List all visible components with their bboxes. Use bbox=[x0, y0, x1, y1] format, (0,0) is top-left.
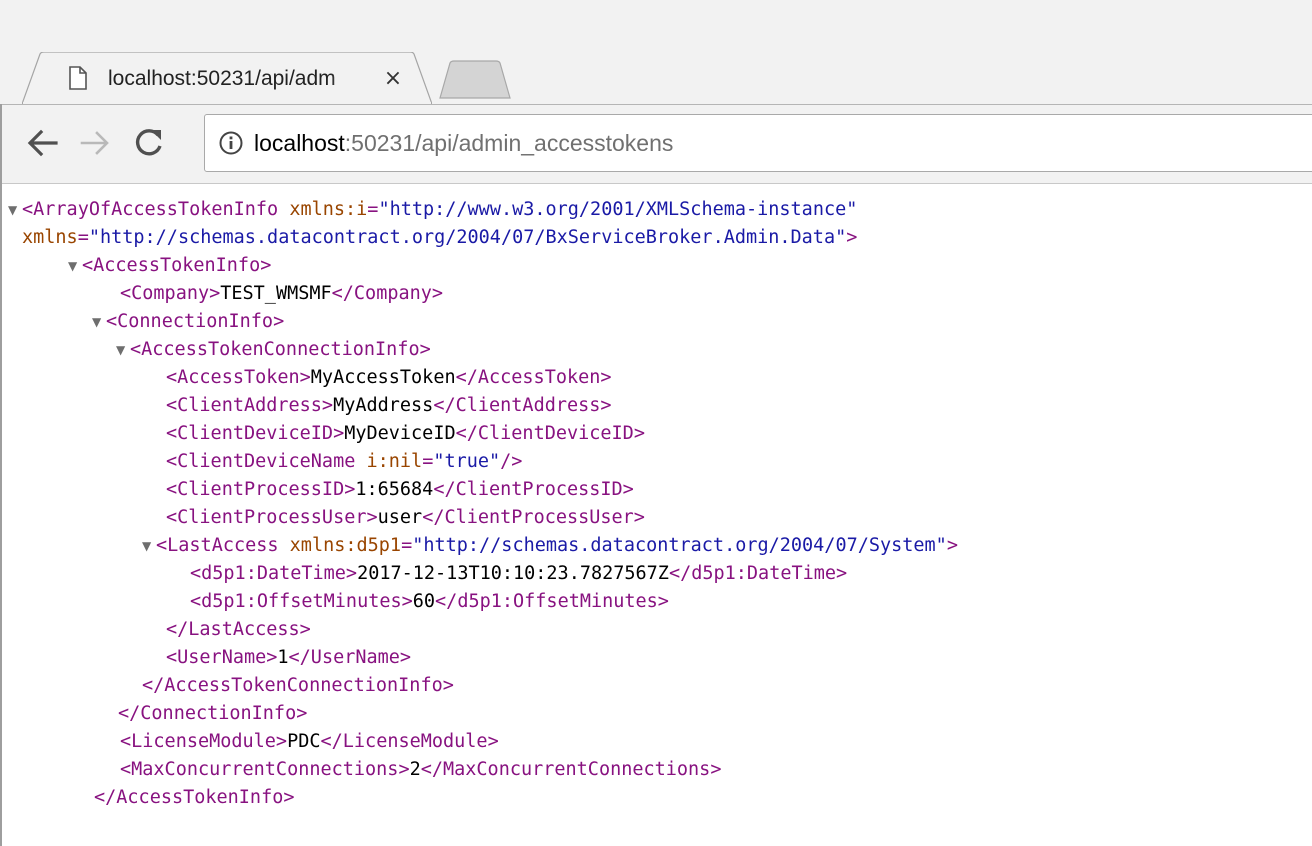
xml-line: <AccessToken>MyAccessToken</AccessToken> bbox=[166, 364, 612, 392]
xml-text: TEST_WMSMF bbox=[220, 283, 332, 304]
xml-tag: <ClientProcessID> bbox=[166, 479, 356, 500]
xml-tag: </ClientAddress> bbox=[433, 395, 612, 416]
xml-tag: </LicenseModule> bbox=[320, 731, 499, 752]
xml-attr-name: xmlns:i bbox=[289, 199, 368, 220]
xml-line: <MaxConcurrentConnections>2</MaxConcurre… bbox=[120, 756, 721, 784]
xml-text: MyAccessToken bbox=[310, 367, 456, 388]
xml-line: </LastAccess> bbox=[166, 616, 311, 644]
xml-tag: </d5p1:DateTime> bbox=[668, 563, 848, 584]
xml-tag: <LastAccess bbox=[156, 535, 279, 556]
xml-tag: <ArrayOfAccessTokenInfo bbox=[22, 199, 279, 220]
xml-tag: <UserName> bbox=[166, 647, 278, 668]
xml-text: MyDeviceID bbox=[344, 423, 456, 444]
xml-tag: <AccessToken> bbox=[166, 367, 311, 388]
url-port-path: :50231/api/admin_accesstokens bbox=[344, 130, 674, 156]
xml-tag: <d5p1:OffsetMinutes> bbox=[190, 591, 413, 612]
xml-line: <ClientDeviceID>MyDeviceID</ClientDevice… bbox=[166, 420, 645, 448]
xml-line: <d5p1:OffsetMinutes>60</d5p1:OffsetMinut… bbox=[190, 588, 669, 616]
xml-tag: </ClientProcessID> bbox=[433, 479, 634, 500]
xml-text: PDC bbox=[287, 731, 321, 752]
xml-line: </AccessTokenInfo> bbox=[94, 784, 294, 812]
tab-title[interactable]: localhost:50231/api/adm bbox=[108, 64, 378, 94]
new-tab-button[interactable] bbox=[436, 60, 516, 100]
xml-line: <AccessTokenConnectionInfo> bbox=[130, 336, 431, 364]
xml-line: <d5p1:DateTime>2017-12-13T10:10:23.78275… bbox=[190, 560, 847, 588]
xml-tag: <MaxConcurrentConnections> bbox=[120, 759, 410, 780]
xml-line: </AccessTokenConnectionInfo> bbox=[142, 672, 454, 700]
xml-line: <ClientProcessUser>user</ClientProcessUs… bbox=[166, 504, 645, 532]
xml-tag: <ClientDeviceID> bbox=[166, 423, 345, 444]
xml-tag: <AccessTokenInfo> bbox=[82, 255, 272, 276]
page-icon bbox=[68, 66, 88, 90]
triangle-down-icon[interactable]: ▼ bbox=[68, 252, 82, 280]
xml-attr-name: i:nil bbox=[366, 451, 423, 472]
xml-line: <ConnectionInfo> bbox=[106, 308, 284, 336]
triangle-down-icon[interactable]: ▼ bbox=[92, 308, 106, 336]
xml-tag: > bbox=[946, 535, 958, 556]
back-arrow-icon[interactable] bbox=[22, 122, 64, 164]
xml-tag: <d5p1:DateTime> bbox=[190, 563, 358, 584]
xml-tag: </ClientDeviceID> bbox=[455, 423, 645, 444]
xml-tag: </AccessTokenInfo> bbox=[94, 787, 295, 808]
xml-line: <ClientProcessID>1:65684</ClientProcessI… bbox=[166, 476, 634, 504]
xml-viewer: ▼ <ArrayOfAccessTokenInfo xmlns:i="http:… bbox=[2, 184, 1312, 846]
xml-tag: </AccessTokenConnectionInfo> bbox=[142, 675, 454, 696]
xml-text: 60 bbox=[412, 591, 436, 612]
xml-attr-value: "http://schemas.datacontract.org/2004/07… bbox=[412, 535, 947, 556]
xml-tag: <ConnectionInfo> bbox=[106, 311, 285, 332]
xml-tag: </UserName> bbox=[288, 647, 412, 668]
xml-tag: <ClientDeviceName bbox=[166, 451, 356, 472]
xml-line: <Company>TEST_WMSMF</Company> bbox=[120, 280, 443, 308]
xml-tag: <ClientProcessUser> bbox=[166, 507, 378, 528]
xml-line: <LastAccess xmlns:d5p1="http://schemas.d… bbox=[156, 535, 958, 556]
xml-attr-name: xmlns:d5p1 bbox=[289, 535, 402, 556]
xml-tag: > bbox=[846, 227, 858, 248]
xml-attr-value: "true" bbox=[433, 451, 501, 472]
xml-text: 2017-12-13T10:10:23.7827567Z bbox=[357, 563, 669, 584]
xml-text: MyAddress bbox=[333, 395, 434, 416]
xml-tag: </d5p1:OffsetMinutes> bbox=[435, 591, 669, 612]
xml-root-open: <ArrayOfAccessTokenInfo xmlns:i="http://… bbox=[22, 199, 858, 220]
xml-tag: </LastAccess> bbox=[166, 619, 311, 640]
xml-tag: </AccessToken> bbox=[455, 367, 612, 388]
url-host: localhost bbox=[254, 130, 345, 156]
xml-tag: <ClientAddress> bbox=[166, 395, 334, 416]
xml-line: <AccessTokenInfo> bbox=[82, 252, 271, 280]
xml-line: </ConnectionInfo> bbox=[118, 700, 307, 728]
toolbar-divider bbox=[0, 104, 1312, 105]
xml-attr-name: xmlns bbox=[22, 227, 78, 248]
xml-tag: <LicenseModule> bbox=[120, 731, 288, 752]
triangle-down-icon[interactable]: ▼ bbox=[116, 336, 130, 364]
browser-chrome: localhost:50231/api/adm × localhost:5023… bbox=[0, 0, 1312, 184]
xml-line: <ClientDeviceName i:nil="true"/> bbox=[166, 451, 523, 472]
info-icon[interactable] bbox=[218, 130, 244, 156]
xml-tag: </MaxConcurrentConnections> bbox=[420, 759, 722, 780]
xml-root-open-cont: xmlns="http://schemas.datacontract.org/2… bbox=[22, 227, 858, 248]
xml-line: <LicenseModule>PDC</LicenseModule> bbox=[120, 728, 499, 756]
triangle-down-icon[interactable]: ▼ bbox=[142, 532, 156, 560]
url-text[interactable]: localhost:50231/api/admin_accesstokens bbox=[254, 128, 673, 158]
xml-text: 1:65684 bbox=[355, 479, 434, 500]
reload-icon[interactable] bbox=[128, 122, 170, 164]
xml-tag: </Company> bbox=[331, 283, 444, 304]
xml-text: 1 bbox=[277, 647, 289, 668]
xml-attr-value: "http://www.w3.org/2001/XMLSchema-instan… bbox=[378, 199, 858, 220]
close-icon[interactable]: × bbox=[380, 66, 406, 92]
xml-text: 2 bbox=[409, 759, 421, 780]
xml-line: <ClientAddress>MyAddress</ClientAddress> bbox=[166, 392, 612, 420]
xml-text: user bbox=[377, 507, 423, 528]
xml-line: <UserName>1</UserName> bbox=[166, 644, 411, 672]
forward-arrow-icon[interactable] bbox=[74, 122, 116, 164]
xml-tag: <Company> bbox=[120, 283, 221, 304]
xml-tag: <AccessTokenConnectionInfo> bbox=[130, 339, 431, 360]
xml-tag: </ConnectionInfo> bbox=[118, 703, 308, 724]
xml-attr-value: "http://schemas.datacontract.org/2004/07… bbox=[88, 227, 847, 248]
xml-tag: </ClientProcessUser> bbox=[422, 507, 645, 528]
triangle-down-icon[interactable]: ▼ bbox=[8, 196, 22, 224]
xml-tag: /> bbox=[500, 451, 523, 472]
